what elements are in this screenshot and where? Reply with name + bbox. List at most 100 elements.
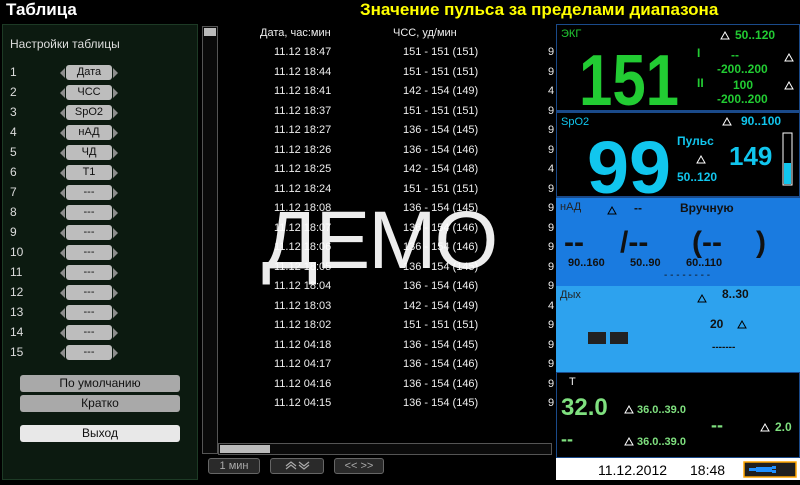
cell-date: 11.12 18:47 bbox=[274, 46, 332, 58]
settings-row-selector[interactable]: ЧД bbox=[60, 145, 118, 160]
cell-next: 9 bbox=[548, 124, 555, 136]
nibp-time-dashes: - - - - - - - - bbox=[664, 270, 710, 281]
cell-next: 9 bbox=[548, 182, 555, 195]
scroll-updown-button[interactable] bbox=[270, 458, 324, 474]
cell-hr: 151 - 151 (151) bbox=[403, 65, 479, 78]
cell-date: 11.12 18:26 bbox=[274, 143, 332, 156]
settings-row-selector[interactable]: --- bbox=[60, 305, 118, 320]
pulse-label: Пульс bbox=[677, 134, 714, 148]
bell-icon bbox=[697, 293, 707, 303]
settings-row-number: 1 bbox=[10, 65, 17, 79]
settings-row-selector[interactable]: Дата bbox=[60, 65, 118, 80]
ecg-panel[interactable]: ЭКГ 151 50..120 I -- -200..200 II 100 -2… bbox=[556, 24, 800, 121]
spo2-label: SpO2 bbox=[561, 116, 589, 128]
settings-row-number: 8 bbox=[10, 205, 17, 219]
cell-hr: 136 - 154 (146) bbox=[403, 377, 479, 390]
bell-icon bbox=[696, 154, 706, 164]
settings-title: Настройки таблицы bbox=[10, 37, 120, 51]
cell-hr: 142 - 154 (148) bbox=[403, 163, 479, 175]
cell-next: 9 bbox=[548, 397, 555, 409]
bell-icon bbox=[720, 30, 730, 40]
pleth-bar-fill bbox=[784, 163, 791, 184]
nibp-panel[interactable]: нАД -- Вручную -- /-- (-- ) 90..160 50..… bbox=[556, 198, 800, 286]
cell-next: 9 bbox=[548, 260, 555, 273]
column-header-hr: ЧСС, уд/мин bbox=[393, 27, 457, 39]
brief-button[interactable]: Кратко bbox=[20, 395, 180, 412]
nibp-mean-close: ) bbox=[756, 226, 766, 259]
resp-value-dash bbox=[610, 332, 628, 344]
spo2-panel[interactable]: SpO2 90..100 99 Пульс 149 50..120 bbox=[556, 112, 800, 209]
exit-button[interactable]: Выход bbox=[20, 425, 180, 442]
cell-hr: 136 - 154 (145) bbox=[403, 397, 479, 409]
cell-date: 11.12 04:17 bbox=[274, 358, 332, 370]
battery-plug-icon bbox=[743, 461, 797, 478]
bell-icon bbox=[760, 422, 770, 432]
cell-next: 9 bbox=[548, 241, 555, 253]
spo2-limits: 90..100 bbox=[741, 114, 781, 128]
cell-next: 9 bbox=[548, 377, 555, 390]
horizontal-scroll-thumb[interactable] bbox=[220, 445, 270, 453]
settings-row-selector[interactable]: T1 bbox=[60, 165, 118, 180]
cell-hr: 151 - 151 (151) bbox=[403, 182, 479, 195]
page-button[interactable]: << >> bbox=[334, 458, 384, 474]
cell-next: 9 bbox=[548, 319, 555, 331]
cell-next: 4 bbox=[548, 299, 555, 312]
demo-watermark: ДЕМО bbox=[262, 195, 498, 286]
settings-row-selector[interactable]: --- bbox=[60, 185, 118, 200]
settings-row-selector[interactable]: --- bbox=[60, 345, 118, 360]
settings-row-selector[interactable]: нАД bbox=[60, 125, 118, 140]
settings-row-number: 15 bbox=[10, 345, 24, 359]
ecg-st-2: 100 bbox=[733, 78, 753, 92]
ecg-value: 151 bbox=[579, 41, 679, 113]
resp-dashes: ------- bbox=[712, 342, 735, 353]
cell-next: 9 bbox=[548, 143, 555, 156]
temp-delta-value: -- bbox=[711, 415, 723, 435]
resp-limits: 8..30 bbox=[722, 287, 749, 301]
cell-next: 9 bbox=[548, 46, 555, 58]
ecg-lead-2: II bbox=[697, 76, 704, 90]
settings-row-selector[interactable]: --- bbox=[60, 225, 118, 240]
bell-icon bbox=[607, 205, 617, 215]
cell-date: 11.12 18:03 bbox=[274, 299, 332, 312]
settings-row-number: 9 bbox=[10, 225, 17, 239]
settings-row-number: 12 bbox=[10, 285, 24, 299]
cell-hr: 136 - 154 (145) bbox=[403, 338, 479, 351]
interval-button[interactable]: 1 мин bbox=[208, 458, 260, 474]
settings-row-number: 3 bbox=[10, 105, 17, 119]
settings-row-selector[interactable]: --- bbox=[60, 205, 118, 220]
nibp-interval-value: -- bbox=[634, 201, 642, 215]
ecg-limits: 50..120 bbox=[735, 28, 775, 42]
settings-row-number: 4 bbox=[10, 125, 17, 139]
settings-row-number: 7 bbox=[10, 185, 17, 199]
cell-hr: 151 - 151 (151) bbox=[403, 319, 479, 331]
settings-row-number: 6 bbox=[10, 165, 17, 179]
default-button[interactable]: По умолчанию bbox=[20, 375, 180, 392]
apnea-value: 20 bbox=[710, 317, 724, 331]
settings-row-selector[interactable]: SpO2 bbox=[60, 105, 118, 120]
status-date: 11.12.2012 bbox=[598, 462, 667, 478]
settings-row-selector[interactable]: --- bbox=[60, 245, 118, 260]
respiration-panel[interactable]: Дых 8..30 20 ------- bbox=[556, 286, 800, 372]
temperature-panel[interactable]: T 32.0 36.0..39.0 -- 2.0 -- 36.0..39.0 bbox=[556, 372, 800, 458]
cell-hr: 151 - 151 (151) bbox=[403, 104, 479, 117]
bell-icon bbox=[624, 436, 634, 446]
ecg-st-1: -- bbox=[731, 48, 739, 62]
settings-row-selector[interactable]: --- bbox=[60, 265, 118, 280]
double-chevron-icon bbox=[285, 461, 310, 470]
cell-next: 9 bbox=[548, 202, 555, 214]
nibp-dia-limits: 50..90 bbox=[630, 257, 661, 269]
vertical-scroll-thumb[interactable] bbox=[204, 28, 216, 36]
cell-date: 11.12 18:37 bbox=[274, 104, 332, 117]
cell-next: 9 bbox=[548, 280, 555, 292]
settings-row-selector[interactable]: --- bbox=[60, 325, 118, 340]
settings-row-number: 11 bbox=[10, 265, 23, 279]
cell-next: 9 bbox=[548, 221, 555, 234]
cell-date: 11.12 18:41 bbox=[274, 85, 332, 97]
nibp-sys: -- bbox=[564, 226, 584, 259]
cell-date: 11.12 18:25 bbox=[274, 163, 332, 175]
vertical-scrollbar[interactable] bbox=[202, 26, 218, 454]
nibp-mode: Вручную bbox=[680, 201, 734, 215]
cell-date: 11.12 04:18 bbox=[274, 338, 332, 351]
settings-row-selector[interactable]: --- bbox=[60, 285, 118, 300]
settings-row-selector[interactable]: ЧСС bbox=[60, 85, 118, 100]
